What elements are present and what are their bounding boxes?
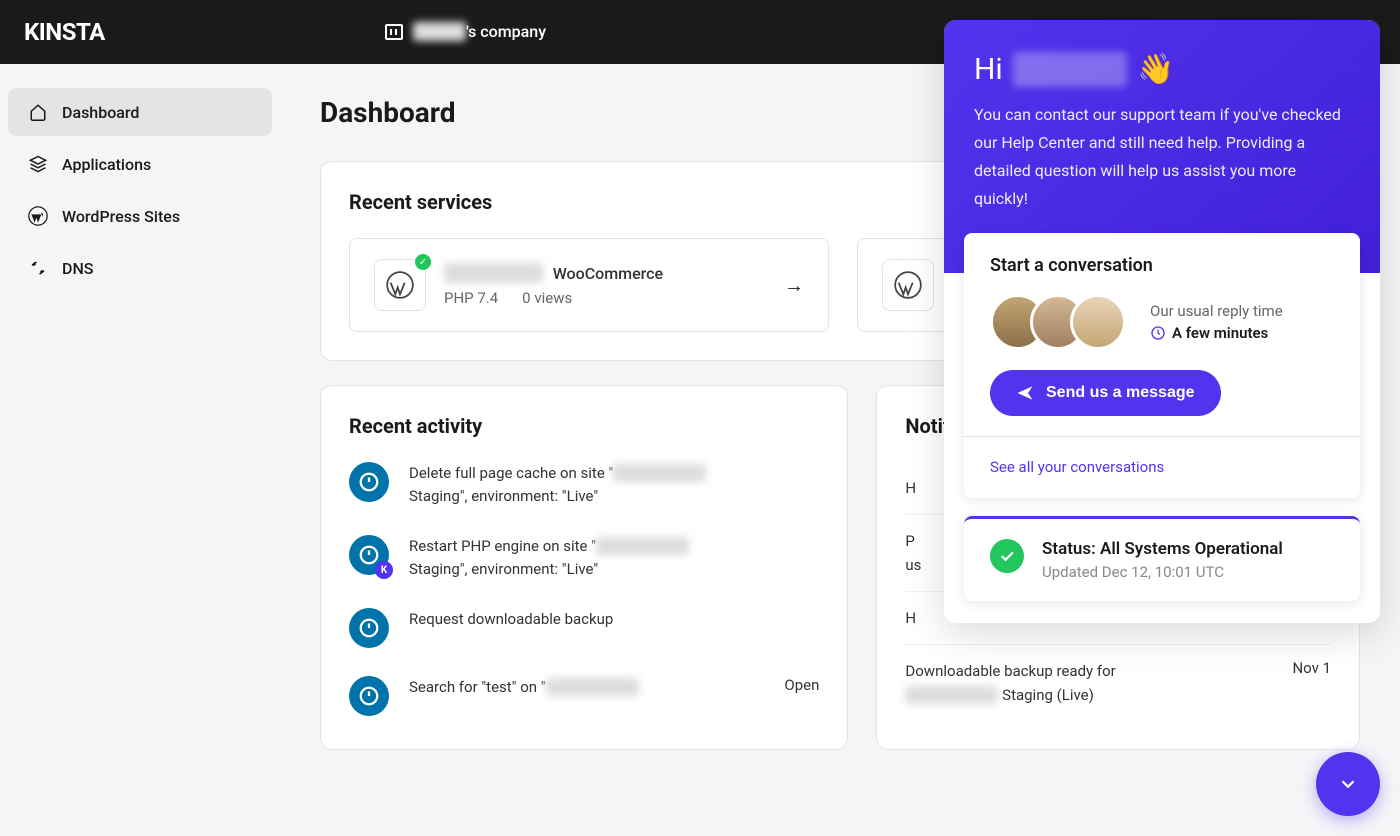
send-icon [1016,384,1034,402]
company-selector[interactable]: ████'s company [385,22,546,42]
sidebar-item-dashboard[interactable]: Dashboard [8,88,272,136]
reply-time-value: A few minutes [1150,324,1283,342]
activity-item[interactable]: Delete full page cache on site "████████… [349,462,819,507]
intercom-chat-widget: Hi █████ 👋 You can contact our support t… [944,20,1380,623]
arrow-right-icon: → [784,273,804,298]
chat-greeting: Hi █████ 👋 [974,52,1350,87]
sidebar-item-applications[interactable]: Applications [8,140,272,188]
activity-item[interactable]: Search for "test" on "████████ Open [349,676,819,716]
kinsta-logo[interactable]: KINSTA [24,18,105,46]
dns-icon [28,258,48,278]
activity-text: Search for "test" on "████████ [409,676,764,699]
gravatar-icon: K [349,535,389,575]
wave-emoji-icon: 👋 [1137,52,1174,87]
gravatar-icon [349,462,389,502]
status-updated: Updated Dec 12, 10:01 UTC [1042,563,1283,581]
chat-card-title: Start a conversation [990,255,1334,276]
sidebar-item-dns[interactable]: DNS [8,244,272,292]
sidebar: Dashboard Applications WordPress Sites D… [0,64,280,836]
start-conversation-card: Start a conversation Our usual reply tim… [964,233,1360,498]
system-status-card[interactable]: Status: All Systems Operational Updated … [964,516,1360,601]
wordpress-icon [28,206,48,226]
sidebar-item-label: WordPress Sites [62,207,180,226]
divider [964,436,1360,437]
wordpress-logo-box: ✓ [374,259,426,311]
activity-item[interactable]: Request downloadable backup [349,608,819,648]
chat-description: You can contact our support team if you'… [974,101,1350,213]
service-name: ████████ WooCommerce [444,263,766,283]
layers-icon [28,154,48,174]
activity-text: Request downloadable backup [409,608,819,631]
notification-date: Nov 1 [1292,659,1331,677]
sidebar-item-label: Applications [62,155,151,174]
kinsta-badge-icon: K [375,561,393,579]
notification-item[interactable]: Downloadable backup ready for ████████ S… [905,645,1331,721]
company-name: ████'s company [413,22,546,42]
agent-avatars [990,294,1126,350]
gravatar-icon [349,676,389,716]
wordpress-logo-box [882,259,934,311]
chevron-down-icon [1337,773,1359,795]
sidebar-item-wordpress-sites[interactable]: WordPress Sites [8,192,272,240]
sidebar-item-label: DNS [62,259,93,278]
clock-icon [1150,325,1166,341]
status-label: Status: All Systems Operational [1042,539,1283,559]
section-title: Recent activity [349,414,819,438]
sidebar-item-label: Dashboard [62,103,139,122]
activity-text: Restart PHP engine on site "████████ Sta… [409,535,819,580]
avatar [1070,294,1126,350]
check-circle-icon [990,539,1024,573]
activity-status: Open [784,676,819,694]
activity-text: Delete full page cache on site "████████… [409,462,819,507]
recent-activity-section: Recent activity Delete full page cache o… [320,385,848,750]
activity-item[interactable]: K Restart PHP engine on site "████████ S… [349,535,819,580]
service-card[interactable]: ✓ ████████ WooCommerce PHP 7.4 0 views → [349,238,829,332]
send-message-button[interactable]: Send us a message [990,370,1221,416]
status-ok-badge: ✓ [415,254,431,270]
gravatar-icon [349,608,389,648]
service-meta: PHP 7.4 0 views [444,289,766,307]
reply-time-label: Our usual reply time [1150,302,1283,320]
home-icon [28,102,48,122]
chat-toggle-button[interactable] [1316,752,1380,816]
see-all-conversations-link[interactable]: See all your conversations [990,458,1164,476]
building-icon [385,24,403,40]
